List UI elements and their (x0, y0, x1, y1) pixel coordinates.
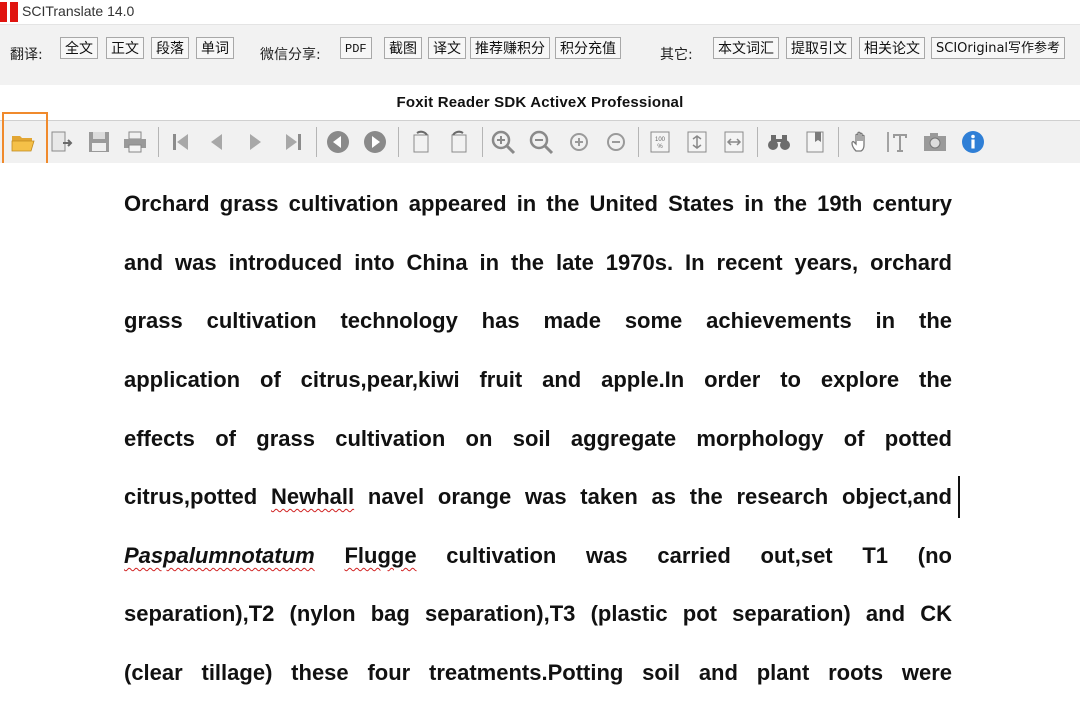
translate-word-button[interactable]: 单词 (196, 37, 234, 59)
share-translation-button[interactable]: 译文 (428, 37, 466, 59)
app-title: SCITranslate 14.0 (22, 3, 135, 19)
zoom-out-icon[interactable] (528, 129, 554, 155)
back-icon[interactable] (325, 129, 351, 155)
share-screenshot-button[interactable]: 截图 (384, 37, 422, 59)
previous-page-icon[interactable] (204, 129, 230, 155)
bookmark-page-icon[interactable] (803, 129, 829, 155)
document-line: grass cultivation technology has made so… (124, 308, 952, 333)
snapshot-camera-icon[interactable] (922, 129, 948, 155)
misspelled-word: Paspalumnotatum (124, 543, 315, 568)
find-binoculars-icon[interactable] (766, 129, 792, 155)
document-line: and was introduced into China in the lat… (124, 250, 952, 275)
sci-original-writing-button[interactable]: SCIOriginal写作参考 (931, 37, 1066, 59)
title-bar: SCITranslate 14.0 (0, 0, 1080, 25)
zoom-minus-circle-icon[interactable] (603, 129, 629, 155)
toolbar-separator (638, 127, 639, 157)
toolbar-separator (838, 127, 839, 157)
pdf-toolbar: 100% (0, 120, 1080, 164)
document-line: (clear tillage) these four treatments.Po… (124, 660, 952, 685)
toolbar-separator (316, 127, 317, 157)
points-recharge-button[interactable]: 积分充值 (555, 37, 621, 59)
document-page: Orchard grass cultivation appeared in th… (0, 163, 1080, 715)
print-icon[interactable] (122, 129, 148, 155)
next-page-icon[interactable] (242, 129, 268, 155)
viewer-title: Foxit Reader SDK ActiveX Professional (396, 94, 684, 111)
article-vocabulary-button[interactable]: 本文词汇 (713, 37, 779, 59)
zoom-plus-circle-icon[interactable] (566, 129, 592, 155)
toolbar-separator (482, 127, 483, 157)
app-logo-icon (0, 2, 18, 22)
document-line: separation),T2 (nylon bag separation),T3… (124, 601, 952, 626)
document-line: Orchard grass cultivation appeared in th… (124, 191, 952, 216)
svg-text:100: 100 (655, 137, 666, 143)
command-bar: 翻译: 全文 正文 段落 单词 微信分享: PDF 截图 译文 推荐赚积分 积分… (0, 25, 1080, 85)
svg-text:%: % (657, 144, 663, 150)
document-line: citrus,potted Newhall navel orange was t… (124, 484, 952, 510)
wechat-group-label: 微信分享: (260, 47, 321, 63)
save-icon[interactable] (86, 129, 112, 155)
hand-tool-icon[interactable] (848, 129, 874, 155)
export-icon[interactable] (48, 129, 74, 155)
first-page-icon[interactable] (168, 129, 194, 155)
related-papers-button[interactable]: 相关论文 (859, 37, 925, 59)
open-button-highlight (2, 112, 48, 169)
zoom-in-icon[interactable] (490, 129, 516, 155)
toolbar-separator (158, 127, 159, 157)
rotate-left-icon[interactable] (408, 129, 434, 155)
forward-icon[interactable] (362, 129, 388, 155)
line-segment (315, 543, 345, 568)
text-select-icon[interactable] (886, 129, 912, 155)
extract-citations-button[interactable]: 提取引文 (786, 37, 852, 59)
share-pdf-button[interactable]: PDF (340, 37, 372, 59)
toolbar-separator (757, 127, 758, 157)
line-segment: citrus,potted (124, 484, 271, 509)
line-segment: navel orange was taken as the research o… (354, 484, 952, 509)
translate-paragraph-button[interactable]: 段落 (151, 37, 189, 59)
other-group-label: 其它: (660, 47, 693, 63)
translate-group-label: 翻译: (10, 47, 43, 63)
toolbar-separator (398, 127, 399, 157)
misspelled-word: Newhall (270, 484, 355, 509)
translate-full-button[interactable]: 全文 (60, 37, 98, 59)
recommend-earn-points-button[interactable]: 推荐赚积分 (470, 37, 550, 59)
fit-width-icon[interactable] (721, 129, 747, 155)
last-page-icon[interactable] (280, 129, 306, 155)
line-segment: cultivation was carried out,set T1 (no (416, 543, 952, 568)
misspelled-word: Flugge (344, 543, 417, 568)
rotate-right-icon[interactable] (446, 129, 472, 155)
translate-body-button[interactable]: 正文 (106, 37, 144, 59)
document-line: effects of grass cultivation on soil agg… (124, 426, 952, 451)
info-icon[interactable] (960, 129, 986, 155)
document-line: Paspalumnotatum Flugge cultivation was c… (124, 543, 952, 569)
text-caret (958, 476, 960, 518)
fit-page-icon[interactable] (684, 129, 710, 155)
actual-size-icon[interactable]: 100% (647, 129, 673, 155)
document-line: application of citrus,pear,kiwi fruit an… (124, 367, 952, 392)
